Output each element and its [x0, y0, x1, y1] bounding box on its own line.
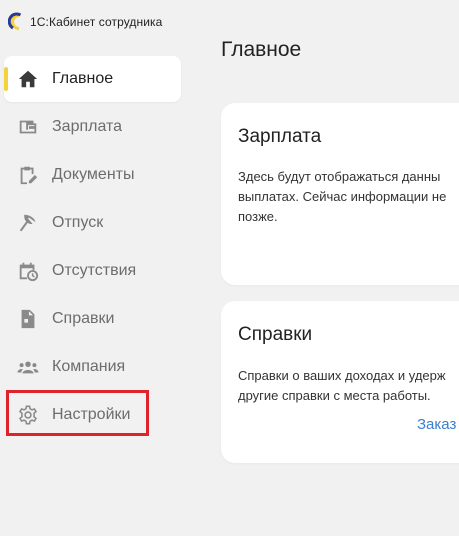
umbrella-icon: [17, 212, 39, 234]
home-icon: [17, 68, 39, 90]
card-title: Справки: [238, 324, 313, 345]
certificates-card[interactable]: Справки Справки о ваших доходах и удерж …: [221, 301, 459, 463]
card-text-line: выплатах. Сейчас информации не: [238, 189, 447, 204]
sidebar-item-home[interactable]: Главное: [4, 56, 181, 102]
app-title: 1С:Кабинет сотрудника: [30, 15, 163, 29]
sidebar-item-label: Компания: [52, 358, 126, 375]
sidebar-item-label: Справки: [52, 310, 115, 327]
card-text-line: Здесь будут отображаться данны: [238, 169, 441, 184]
app-brand[interactable]: 1С:Кабинет сотрудника: [8, 10, 162, 34]
document-edit-icon: [17, 164, 39, 186]
card-title: Зарплата: [238, 126, 322, 147]
card-text-line: позже.: [238, 209, 278, 224]
app-logo-icon: [8, 12, 22, 30]
card-description: Здесь будут отображаться данны выплатах.…: [238, 167, 459, 227]
wallet-icon: [17, 116, 39, 138]
settings-highlight-frame: [6, 390, 149, 436]
sidebar-item-label: Отсутствия: [52, 262, 137, 279]
sidebar-item-company[interactable]: Компания: [4, 344, 181, 390]
salary-card[interactable]: Зарплата Здесь будут отображаться данны …: [221, 103, 459, 285]
sidebar-item-label: Зарплата: [52, 118, 123, 135]
sidebar-item-documents[interactable]: Документы: [4, 152, 181, 198]
sidebar-item-absences[interactable]: Отсутствия: [4, 248, 181, 294]
sidebar-item-label: Главное: [52, 70, 114, 87]
sidebar-item-label: Отпуск: [52, 214, 104, 231]
sidebar-item-label: Документы: [52, 166, 135, 183]
card-text-line: другие справки с места работы.: [238, 388, 431, 403]
card-text-line: Справки о ваших доходах и удерж: [238, 368, 446, 383]
sidebar-item-certificates[interactable]: Справки: [4, 296, 181, 342]
calendar-clock-icon: [17, 260, 39, 282]
order-certificate-link[interactable]: Заказ: [417, 416, 456, 433]
sidebar-item-salary[interactable]: Зарплата: [4, 104, 181, 150]
file-icon: [17, 308, 39, 330]
sidebar-item-vacation[interactable]: Отпуск: [4, 200, 181, 246]
page-title: Главное: [221, 38, 302, 61]
sidebar-nav: Главное Зарплата Документы Отпуск Отсутс…: [0, 54, 190, 440]
people-icon: [17, 356, 39, 378]
card-description: Справки о ваших доходах и удерж другие с…: [238, 366, 459, 406]
